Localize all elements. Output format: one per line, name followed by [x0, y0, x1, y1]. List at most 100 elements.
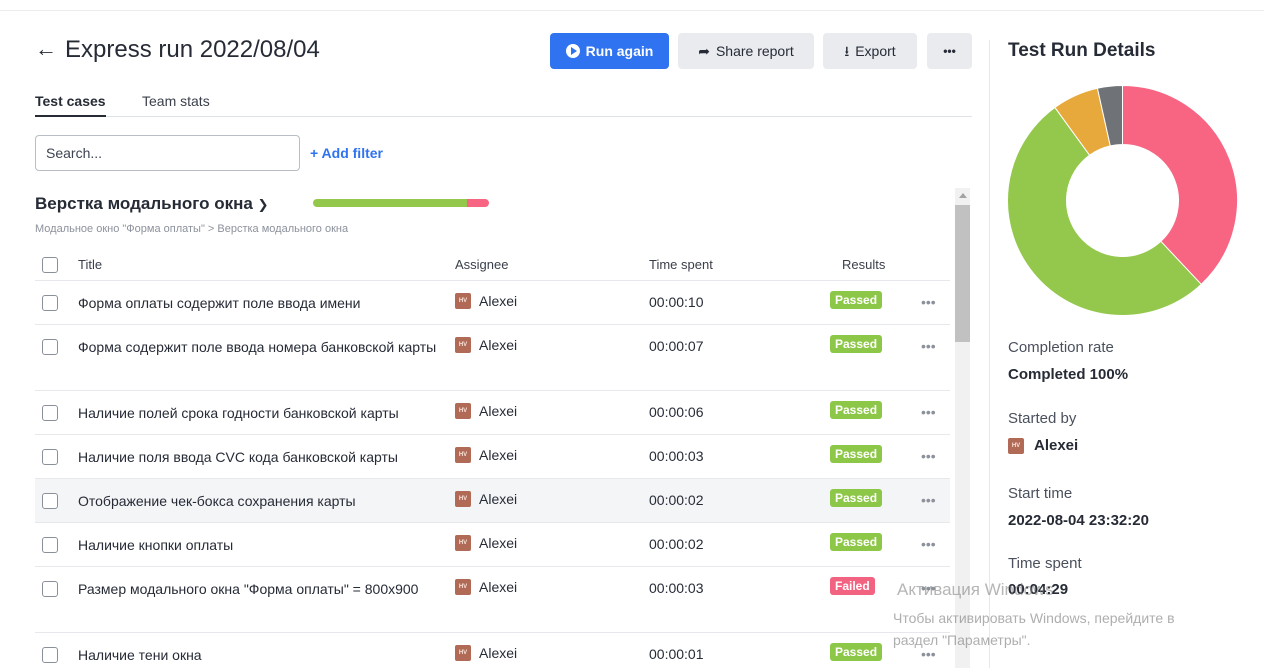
assignee: HV Alexei — [455, 337, 517, 353]
avatar: HV — [455, 337, 471, 353]
row-checkbox[interactable] — [42, 295, 58, 311]
time-spent: 00:00:03 — [649, 580, 704, 596]
time-spent: 00:00:02 — [649, 536, 704, 552]
row-more-button[interactable]: ••• — [921, 294, 936, 310]
table-row[interactable]: Наличие тени окна HV Alexei 00:00:01 Passed •… — [35, 632, 950, 668]
time-spent-label: Time spent — [1008, 555, 1082, 572]
assignee: HV Alexei — [455, 645, 517, 661]
tab-team-stats[interactable]: Team stats — [142, 92, 210, 117]
column-results: Results — [842, 257, 886, 272]
table-row[interactable]: Размер модального окна "Форма оплаты" = … — [35, 566, 950, 632]
upload-icon: ⭳ — [844, 43, 850, 59]
breadcrumb: Модальное окно "Форма оплаты" > Верстка … — [35, 223, 349, 235]
status-badge: Passed — [830, 643, 883, 661]
avatar: HV — [455, 403, 471, 419]
suite-title[interactable]: Верстка модального окна ❯ — [35, 193, 268, 216]
play-circle-icon — [565, 44, 580, 58]
assignee: HV Alexei — [455, 403, 517, 419]
scroll-up-arrow-icon[interactable] — [959, 193, 967, 198]
windows-watermark-text: Чтобы активировать Windows, перейдите в … — [893, 610, 1175, 648]
column-assignee: Assignee — [455, 257, 509, 272]
arrow-left-icon[interactable]: ← — [35, 37, 57, 61]
progress-passed — [313, 199, 467, 207]
table-row[interactable]: Наличие полей срока годности банковской … — [35, 390, 950, 434]
test-case-title[interactable]: Отображение чек-бокса сохранения карты — [78, 490, 448, 512]
row-checkbox[interactable] — [42, 537, 58, 553]
share-report-button[interactable]: ➦ Share report — [678, 33, 814, 69]
row-more-button[interactable]: ••• — [921, 338, 936, 354]
scrollbar-thumb[interactable] — [955, 205, 970, 342]
test-case-title[interactable]: Форма оплаты содержит поле ввода имени — [78, 292, 448, 314]
row-checkbox[interactable] — [42, 449, 58, 465]
table-row[interactable]: Форма оплаты содержит поле ввода имени HV… — [35, 280, 950, 324]
table-row[interactable]: Форма содержит поле ввода номера банковс… — [35, 324, 950, 390]
completion-rate-value: Completed 100% — [1008, 366, 1129, 383]
row-checkbox[interactable] — [42, 581, 58, 597]
tab-bar: Test cases Team stats — [35, 92, 972, 117]
status-badge: Failed — [830, 577, 875, 595]
start-time-label: Start time — [1008, 485, 1073, 502]
results-donut-chart — [1007, 85, 1238, 316]
row-more-button[interactable]: ••• — [921, 536, 936, 552]
row-more-button[interactable]: ••• — [921, 448, 936, 464]
row-more-button[interactable]: ••• — [921, 404, 936, 420]
time-spent: 00:00:06 — [649, 404, 704, 420]
table-row[interactable]: Наличие поля ввода CVC кода банковской к… — [35, 434, 950, 478]
started-by-label: Started by — [1008, 410, 1077, 427]
add-filter-link[interactable]: + Add filter — [310, 145, 383, 161]
more-actions-button[interactable]: ••• — [927, 33, 972, 69]
select-all-checkbox[interactable] — [42, 257, 58, 273]
export-button[interactable]: ⭳ Export — [823, 33, 917, 69]
status-badge: Passed — [830, 445, 883, 463]
panel-divider — [989, 40, 990, 668]
table-body: Форма оплаты содержит поле ввода имени HV… — [35, 280, 950, 668]
share-arrow-icon: ➦ — [698, 43, 710, 59]
column-time-spent: Time spent — [649, 257, 713, 272]
test-cases-table: Title Assignee Time spent Results Форма … — [35, 248, 950, 668]
time-spent: 00:00:07 — [649, 338, 704, 354]
avatar: HV — [455, 579, 471, 595]
row-checkbox[interactable] — [42, 493, 58, 509]
test-case-title[interactable]: Размер модального окна "Форма оплаты" = … — [78, 578, 448, 600]
test-case-title[interactable]: Форма содержит поле ввода номера банковс… — [78, 336, 448, 358]
assignee: HV Alexei — [455, 579, 517, 595]
time-spent: 00:00:03 — [649, 448, 704, 464]
page-title: Express run 2022/08/04 — [65, 36, 320, 63]
row-checkbox[interactable] — [42, 647, 58, 663]
avatar: HV — [455, 645, 471, 661]
completion-rate-label: Completion rate — [1008, 339, 1114, 356]
page-header: ← Express run 2022/08/04 Run again ➦ Sha… — [35, 33, 975, 69]
time-spent: 00:00:02 — [649, 492, 704, 508]
search-input[interactable] — [35, 135, 300, 171]
test-case-title[interactable]: Наличие поля ввода CVC кода банковской к… — [78, 446, 448, 468]
time-spent: 00:00:10 — [649, 294, 704, 310]
top-border — [0, 10, 1264, 11]
row-checkbox[interactable] — [42, 339, 58, 355]
run-again-button[interactable]: Run again — [550, 33, 669, 69]
avatar: HV — [1008, 437, 1024, 454]
avatar: HV — [455, 447, 471, 463]
avatar: HV — [455, 535, 471, 551]
row-more-button[interactable]: ••• — [921, 492, 936, 508]
chevron-down-icon: ❯ — [257, 197, 269, 212]
progress-failed — [467, 199, 489, 207]
status-badge: Passed — [830, 291, 883, 309]
status-badge: Passed — [830, 489, 883, 507]
assignee: HV Alexei — [455, 535, 517, 551]
status-badge: Passed — [830, 401, 883, 419]
test-case-title[interactable]: Наличие кнопки оплаты — [78, 534, 448, 556]
assignee: HV Alexei — [455, 491, 517, 507]
table-row[interactable]: Отображение чек-бокса сохранения карты HV… — [35, 478, 950, 522]
tab-test-cases[interactable]: Test cases — [35, 92, 106, 117]
row-checkbox[interactable] — [42, 405, 58, 421]
started-by-value: HV Alexei — [1008, 437, 1078, 454]
column-title: Title — [78, 257, 103, 272]
details-title: Test Run Details — [1008, 40, 1156, 61]
test-case-title[interactable]: Наличие тени окна — [78, 644, 448, 666]
assignee: HV Alexei — [455, 447, 517, 463]
windows-watermark-title: Активация Windows — [897, 580, 1054, 599]
status-badge: Passed — [830, 335, 883, 353]
assignee: HV Alexei — [455, 293, 517, 309]
table-row[interactable]: Наличие кнопки оплаты HV Alexei 00:00:02 Pas… — [35, 522, 950, 566]
test-case-title[interactable]: Наличие полей срока годности банковской … — [78, 402, 448, 424]
